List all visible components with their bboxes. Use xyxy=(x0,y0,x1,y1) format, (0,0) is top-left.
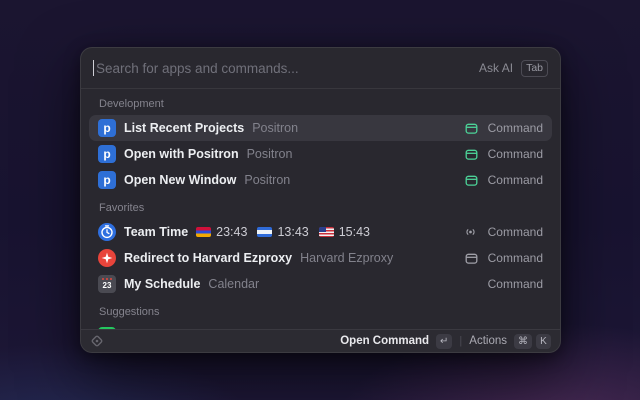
item-type-label: Command xyxy=(488,225,543,239)
time-value: 13:43 xyxy=(277,225,308,239)
item-subtitle: Harvard Ezproxy xyxy=(300,251,393,265)
item-subtitle: Positron xyxy=(247,147,293,161)
clock-icon xyxy=(98,223,116,241)
window-green-icon xyxy=(465,174,478,187)
item-subtitle: Positron xyxy=(252,121,298,135)
usa-flag-icon xyxy=(319,227,334,237)
window-green-icon xyxy=(465,148,478,161)
item-type-label: Command xyxy=(488,251,543,265)
item-subtitle: Positron xyxy=(244,173,290,187)
section-header-favorites: Favorites xyxy=(81,193,560,219)
search-bar: Search for apps and commands... Ask AI T… xyxy=(81,48,560,89)
positron-icon: p xyxy=(98,145,116,163)
item-type-label: Command xyxy=(488,277,543,291)
window-gray-icon xyxy=(465,252,478,265)
footer-divider: | xyxy=(459,335,462,347)
raycast-logo-icon xyxy=(90,334,104,348)
list-item[interactable]: Redirect to Harvard Ezproxy Harvard Ezpro… xyxy=(89,245,552,271)
tab-keycap: Tab xyxy=(521,60,548,77)
return-keycap: ↵ xyxy=(436,334,452,349)
section-header-development: Development xyxy=(81,89,560,115)
list-item[interactable]: Team Time 23:43 13:43 15:43 Command xyxy=(89,219,552,245)
search-input[interactable]: Search for apps and commands... xyxy=(96,61,479,76)
time-value: 23:43 xyxy=(216,225,247,239)
window-green-icon xyxy=(465,122,478,135)
el_salvador-flag-icon xyxy=(257,227,272,237)
positron-icon: p xyxy=(98,171,116,189)
section-header-suggestions: Suggestions xyxy=(81,297,560,323)
list-item[interactable]: 23 My Schedule Calendar Command xyxy=(89,271,552,297)
text-cursor xyxy=(93,60,94,76)
list-item[interactable]: p List Recent Projects Positron Command xyxy=(89,115,552,141)
time-value: 15:43 xyxy=(339,225,370,239)
results-list: DevelopmentpList Recent ProjectsPositron… xyxy=(81,89,560,329)
item-title: Redirect to Harvard Ezproxy xyxy=(124,251,292,265)
armenia-flag-icon xyxy=(196,227,211,237)
item-type-label: Command xyxy=(488,173,543,187)
ask-ai-label[interactable]: Ask AI xyxy=(479,61,513,75)
footer-bar: Open Command ↵ | Actions ⌘K xyxy=(81,329,560,352)
item-title: My Schedule xyxy=(124,277,200,291)
command-keycap: ⌘ xyxy=(514,334,532,349)
item-type-label: Command xyxy=(488,147,543,161)
list-item[interactable]: p Open with Positron Positron Command xyxy=(89,141,552,167)
item-subtitle: Calendar xyxy=(208,277,259,291)
item-title: Team Time xyxy=(124,225,188,239)
key-k-keycap: K xyxy=(536,334,551,349)
actions-shortcut: ⌘K xyxy=(514,334,551,349)
item-title: Open New Window xyxy=(124,173,236,187)
actions-button[interactable]: Actions xyxy=(469,335,507,347)
item-type-label: Command xyxy=(488,121,543,135)
broadcast-icon xyxy=(463,226,478,238)
team-times: 23:43 13:43 15:43 xyxy=(196,225,375,239)
item-title: Open with Positron xyxy=(124,147,239,161)
calendar-icon: 23 xyxy=(98,275,116,293)
list-item[interactable]: p Open New Window Positron Command xyxy=(89,167,552,193)
open-command-button[interactable]: Open Command xyxy=(340,335,429,347)
positron-icon: p xyxy=(98,119,116,137)
item-title: List Recent Projects xyxy=(124,121,244,135)
harvard-icon xyxy=(98,249,116,267)
launcher-window: Search for apps and commands... Ask AI T… xyxy=(80,47,561,353)
